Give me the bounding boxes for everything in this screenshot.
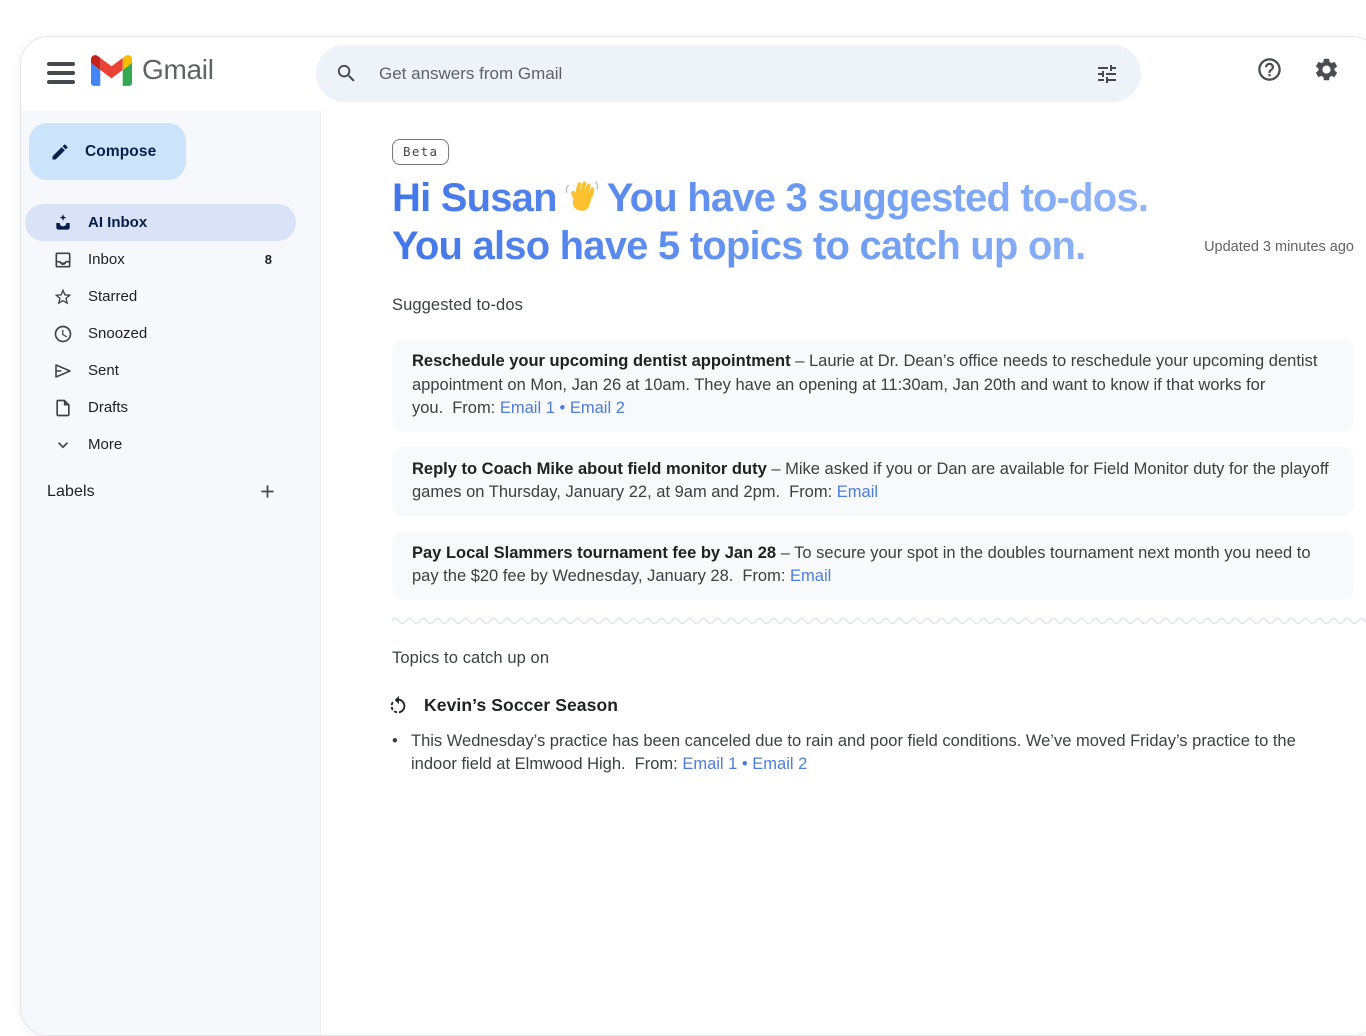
sidebar-item-label: Starred <box>88 288 137 305</box>
headline-line2: You also have 5 topics to catch up on. <box>392 222 1152 270</box>
email-link[interactable]: Email <box>790 567 831 585</box>
settings-gear-icon[interactable] <box>1313 56 1340 83</box>
link-separator: • <box>555 399 570 417</box>
todo-card[interactable]: Reply to Coach Mike about field monitor … <box>392 447 1354 516</box>
labels-header: Labels <box>47 483 95 501</box>
sidebar-item-ai-inbox[interactable]: AI Inbox <box>25 204 296 241</box>
email-link[interactable]: Email 2 <box>570 399 625 417</box>
send-icon <box>53 361 73 381</box>
compose-button[interactable]: Compose <box>29 123 186 180</box>
wave-emoji-icon <box>563 179 600 216</box>
topics-list: Kevin’s Soccer Season •This Wednesday’s p… <box>392 695 1366 777</box>
todo-title: Reply to Coach Mike about field monitor … <box>412 460 767 478</box>
sidebar-item-inbox[interactable]: Inbox 8 <box>25 241 296 278</box>
bullet-marker: • <box>392 730 411 777</box>
clock-icon <box>53 324 73 344</box>
sidebar-item-label: Snoozed <box>88 325 147 342</box>
todo-card-text: Pay Local Slammers tournament fee by Jan… <box>412 542 1334 589</box>
gmail-brand: Gmail <box>91 54 214 86</box>
headline-line1: Hi Susan You have 3 suggested to-dos. <box>392 174 1152 222</box>
hamburger-menu-icon[interactable] <box>47 59 77 87</box>
updated-timestamp: Updated 3 minutes ago <box>1204 239 1354 255</box>
pencil-icon <box>50 142 70 162</box>
ai-inbox-icon <box>53 213 73 233</box>
wavy-divider <box>392 615 1366 627</box>
sidebar-item-label: Drafts <box>88 399 128 416</box>
search-bar[interactable] <box>316 45 1141 102</box>
todo-card-text: Reschedule your upcoming dentist appoint… <box>412 350 1334 421</box>
sidebar-item-label: More <box>88 436 122 453</box>
draft-icon <box>53 398 73 418</box>
topic-bullet-text: This Wednesday’s practice has been cance… <box>411 730 1322 777</box>
star-icon <box>53 287 73 307</box>
search-icon <box>335 62 358 85</box>
brand-wordmark: Gmail <box>142 54 214 86</box>
sidebar-item-label: Inbox <box>88 251 125 268</box>
main-panel: Beta Hi Susan You have 3 suggest <box>321 111 1366 1036</box>
topic-title: Kevin’s Soccer Season <box>424 695 618 716</box>
gmail-window: Gmail Compose AI <box>20 36 1366 1036</box>
topbar: Gmail <box>21 37 1366 111</box>
link-separator: • <box>737 755 752 773</box>
sidebar-item-more[interactable]: More <box>25 426 296 463</box>
sidebar-item-drafts[interactable]: Drafts <box>25 389 296 426</box>
gmail-logo-icon <box>91 54 132 86</box>
sidebar-item-snoozed[interactable]: Snoozed <box>25 315 296 352</box>
labels-section: Labels <box>25 481 296 502</box>
topic-recurring-icon <box>387 695 409 717</box>
sidebar-item-sent[interactable]: Sent <box>25 352 296 389</box>
topics-section-title: Topics to catch up on <box>392 649 1366 668</box>
sidebar-item-label: AI Inbox <box>88 214 147 231</box>
search-options-tune-icon[interactable] <box>1095 62 1119 86</box>
sidebar-nav: AI Inbox Inbox 8 Starred Snoozed Sent Drafts Mo… <box>21 204 320 463</box>
todo-title: Pay Local Slammers tournament fee by Jan… <box>412 544 776 562</box>
search-input[interactable] <box>377 63 1076 85</box>
email-link[interactable]: Email 1 <box>682 755 737 773</box>
sidebar-item-starred[interactable]: Starred <box>25 278 296 315</box>
from-label: From: <box>452 399 495 417</box>
todo-title: Reschedule your upcoming dentist appoint… <box>412 352 791 370</box>
todo-card[interactable]: Pay Local Slammers tournament fee by Jan… <box>392 531 1354 600</box>
sidebar: Compose AI Inbox Inbox 8 Starred Snoozed Sent… <box>21 111 321 1036</box>
topic-header[interactable]: Kevin’s Soccer Season <box>387 695 1366 717</box>
from-label: From: <box>742 567 785 585</box>
todos-section-title: Suggested to-dos <box>392 296 1366 315</box>
from-label: From: <box>635 755 678 773</box>
unread-count-badge: 8 <box>265 252 296 267</box>
todo-cards-list: Reschedule your upcoming dentist appoint… <box>392 339 1366 600</box>
todo-card-text: Reply to Coach Mike about field monitor … <box>412 458 1334 505</box>
email-link[interactable]: Email 2 <box>752 755 807 773</box>
help-icon[interactable] <box>1256 56 1283 83</box>
greeting-headline: Hi Susan You have 3 suggested to-dos. Yo <box>392 174 1152 270</box>
email-link[interactable]: Email 1 <box>500 399 555 417</box>
compose-label: Compose <box>85 143 156 161</box>
topic-bullet-item: •This Wednesday’s practice has been canc… <box>392 730 1322 777</box>
add-label-plus-icon[interactable] <box>257 481 278 502</box>
beta-badge: Beta <box>392 139 449 165</box>
todo-card[interactable]: Reschedule your upcoming dentist appoint… <box>392 339 1354 432</box>
email-link[interactable]: Email <box>837 483 878 501</box>
chevron-down-icon <box>53 435 73 455</box>
sidebar-item-label: Sent <box>88 362 119 379</box>
from-label: From: <box>789 483 832 501</box>
inbox-icon <box>53 250 73 270</box>
